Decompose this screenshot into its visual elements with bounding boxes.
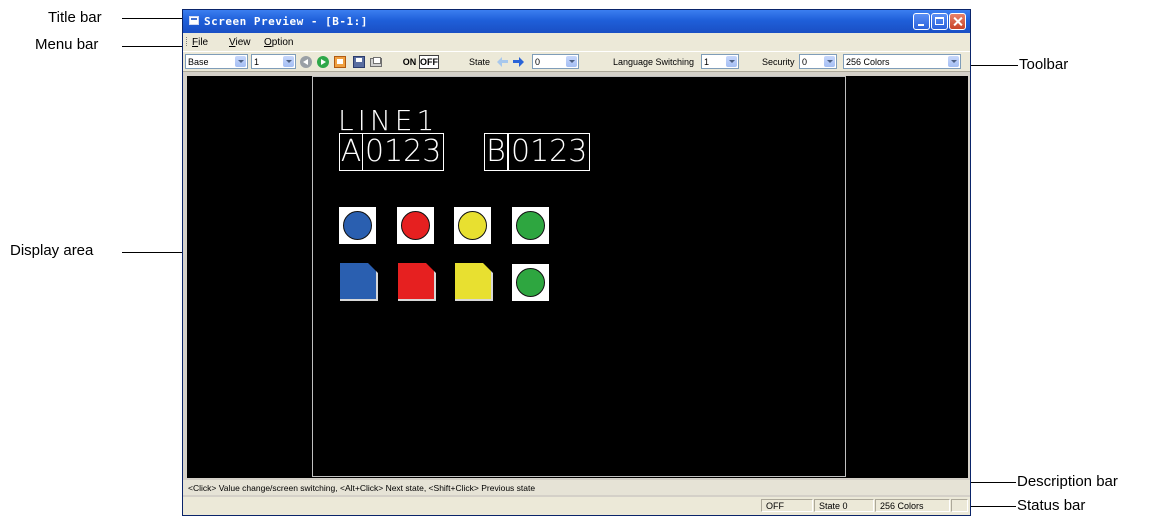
green-switch[interactable]	[512, 264, 549, 301]
chevron-down-icon[interactable]	[283, 56, 294, 67]
yellow-lamp[interactable]	[454, 207, 491, 244]
menu-grip-icon[interactable]	[186, 37, 189, 46]
security-value: 0	[802, 57, 808, 67]
status-grip[interactable]	[951, 499, 968, 512]
maximize-button[interactable]	[931, 13, 948, 30]
security-label: Security	[762, 57, 795, 67]
callout-description-bar: Description bar	[1017, 473, 1118, 490]
status-bar: OFF State 0 256 Colors	[183, 497, 970, 515]
chevron-down-icon[interactable]	[235, 56, 246, 67]
menu-file[interactable]: File	[192, 37, 208, 48]
security-select[interactable]: 0	[799, 54, 837, 69]
status-state: State 0	[814, 499, 874, 512]
screen-type-select[interactable]: Base	[185, 54, 248, 69]
previous-state-arrow-icon[interactable]	[497, 57, 508, 67]
status-onoff: OFF	[761, 499, 813, 512]
off-button[interactable]: OFF	[419, 55, 439, 69]
callout-title-bar: Title bar	[48, 9, 102, 26]
screen-type-value: Base	[188, 57, 209, 67]
callout-status-bar: Status bar	[1017, 497, 1086, 514]
green-lamp[interactable]	[512, 207, 549, 244]
callout-menu-bar: Menu bar	[35, 36, 99, 53]
callout-title-bar-line	[122, 18, 182, 19]
menu-option[interactable]: Option	[264, 37, 293, 48]
chevron-down-icon[interactable]	[726, 56, 737, 67]
green-circle-icon	[516, 268, 545, 297]
state-value: 0	[535, 57, 541, 67]
language-select[interactable]: 1	[701, 54, 739, 69]
callout-display-area: Display area	[10, 242, 94, 259]
language-value: 1	[704, 57, 710, 67]
on-button[interactable]: ON	[402, 55, 417, 69]
state-label: State	[469, 57, 491, 67]
print-icon[interactable]	[370, 57, 382, 67]
chevron-down-icon[interactable]	[824, 56, 835, 67]
callout-toolbar: Toolbar	[1019, 56, 1069, 73]
description-text: <Click> Value change/screen switching, <…	[188, 483, 536, 493]
switch-screen-icon[interactable]	[334, 56, 346, 68]
red-lamp[interactable]	[397, 207, 434, 244]
display-area[interactable]: LINE1 A 0123 B 0123	[187, 76, 968, 478]
description-bar: <Click> Value change/screen switching, <…	[183, 480, 970, 495]
save-icon[interactable]	[353, 56, 365, 68]
callout-description-bar-line	[965, 482, 1016, 483]
chevron-down-icon[interactable]	[948, 56, 959, 67]
lamp-a[interactable]: A	[339, 133, 363, 171]
forward-icon[interactable]	[317, 56, 329, 68]
green-circle-icon	[516, 211, 545, 240]
screen-number-select[interactable]: 1	[251, 54, 296, 69]
yellow-circle-icon	[458, 211, 487, 240]
minimize-button[interactable]	[913, 13, 930, 30]
menu-bar: File View Option	[183, 33, 970, 51]
toolbar: Base 1 ON OFF State 0 Language Switching…	[183, 51, 970, 72]
status-colors: 256 Colors	[875, 499, 950, 512]
back-icon[interactable]	[300, 56, 312, 68]
numeric-display-b[interactable]: 0123	[508, 133, 591, 171]
callout-menu-bar-line	[122, 46, 182, 47]
red-switch[interactable]	[398, 263, 436, 301]
title-bar[interactable]: Screen Preview - [B-1:]	[183, 10, 970, 33]
yellow-switch[interactable]	[455, 263, 493, 301]
language-switching-label: Language Switching	[613, 57, 695, 67]
blue-circle-icon	[343, 211, 372, 240]
app-icon	[189, 16, 199, 25]
close-button[interactable]	[949, 13, 966, 30]
red-circle-icon	[401, 211, 430, 240]
window-title: Screen Preview - [B-1:]	[204, 15, 368, 28]
color-mode-select[interactable]: 256 Colors	[843, 54, 961, 69]
state-select[interactable]: 0	[532, 54, 579, 69]
menu-view[interactable]: View	[229, 37, 251, 48]
screen-number-value: 1	[254, 57, 260, 67]
blue-lamp[interactable]	[339, 207, 376, 244]
color-mode-value: 256 Colors	[846, 57, 890, 67]
next-state-arrow-icon[interactable]	[513, 57, 524, 67]
lamp-b[interactable]: B	[484, 133, 508, 171]
chevron-down-icon[interactable]	[566, 56, 577, 67]
blue-switch[interactable]	[340, 263, 378, 301]
screen-preview-window: Screen Preview - [B-1:] File View Option…	[182, 9, 971, 516]
numeric-display-a[interactable]: 0123	[362, 133, 445, 171]
